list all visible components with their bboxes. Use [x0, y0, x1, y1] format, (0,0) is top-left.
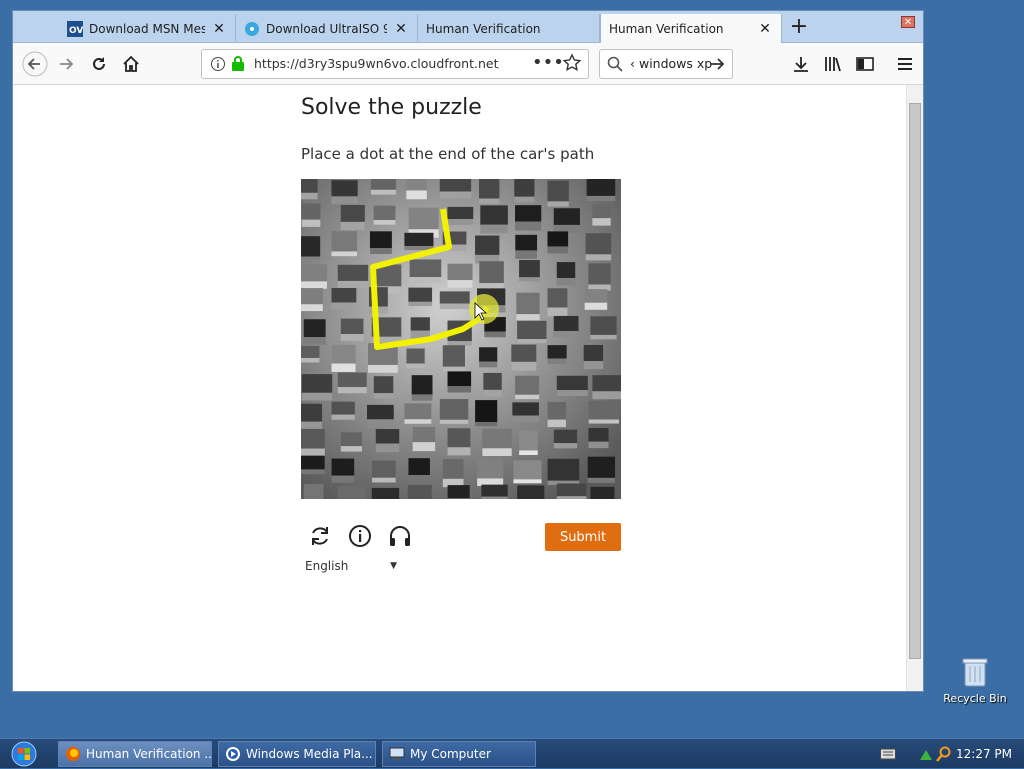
computer-icon [389, 747, 405, 760]
magnifier-icon [936, 746, 951, 762]
hamburger-menu-icon [898, 58, 912, 70]
vertical-scrollbar[interactable] [906, 85, 923, 691]
info-icon[interactable] [347, 523, 373, 549]
disc-icon [244, 21, 260, 37]
forward-arrow-icon [60, 58, 74, 70]
tab-msn-messenger[interactable]: OV Download MSN Messe ✕ [59, 14, 236, 43]
tab-title: Human Verification [426, 21, 541, 36]
taskbar-item-media-player[interactable]: Windows Media Pla... [218, 741, 376, 767]
tab-strip: OV Download MSN Messe ✕ Download UltraIS… [13, 11, 923, 43]
library-button[interactable] [819, 50, 847, 78]
windows-logo-icon [11, 741, 37, 767]
start-button[interactable] [4, 740, 44, 768]
network-icon [920, 750, 932, 760]
downloads-button[interactable] [787, 50, 815, 78]
close-icon[interactable]: ✕ [393, 21, 409, 37]
reload-icon [93, 57, 105, 70]
url-bar[interactable]: https://d3ry3spu9wn6vo.cloudfront.net/fi… [201, 49, 589, 79]
tab-title: Download MSN Messe [89, 21, 205, 36]
language-value: English [305, 559, 349, 573]
taskbar-item-my-computer[interactable]: My Computer [382, 741, 536, 767]
ov-badge-icon: OV [67, 20, 83, 37]
close-icon[interactable]: ✕ [211, 21, 227, 37]
tab-human-verification[interactable]: Human Verification [418, 14, 600, 43]
download-icon [794, 57, 808, 72]
search-go-arrow-icon[interactable] [708, 55, 726, 77]
bookmark-star-icon[interactable] [562, 53, 582, 77]
recycle-bin-shortcut[interactable]: Recycle Bin [940, 656, 1010, 705]
media-player-icon [226, 747, 240, 761]
home-button[interactable] [117, 50, 145, 78]
lock-icon [230, 55, 246, 77]
headphones-icon[interactable] [387, 523, 413, 549]
taskbar-item-label: Human Verification ... [86, 747, 212, 761]
language-select[interactable]: English ▼ [305, 559, 397, 573]
firefox-icon [66, 747, 80, 761]
window-close-button[interactable]: ✕ [901, 16, 915, 28]
sidebar-button[interactable] [851, 50, 879, 78]
submit-button[interactable]: Submit [545, 523, 621, 551]
back-arrow-icon [22, 51, 48, 77]
tab-human-verification-active[interactable]: Human Verification ✕ [600, 14, 782, 43]
search-icon [607, 56, 623, 76]
menu-button[interactable] [891, 50, 919, 78]
recycle-bin-label: Recycle Bin [943, 692, 1007, 705]
close-icon[interactable]: ✕ [757, 21, 773, 37]
scrollbar-thumb[interactable] [909, 103, 921, 659]
tab-title: Download UltraISO 9.7 [266, 21, 387, 36]
taskbar: Human Verification ... Windows Media Pla… [0, 738, 1024, 768]
home-icon [123, 55, 139, 72]
search-bar[interactable]: ‹ windows xp [599, 49, 733, 79]
taskbar-item-label: Windows Media Pla... [246, 747, 373, 761]
library-icon [825, 57, 841, 72]
taskbar-item-label: My Computer [410, 747, 491, 761]
new-tab-button[interactable]: + [783, 14, 815, 42]
search-query: ‹ windows xp [630, 56, 713, 71]
keyboard-icon [880, 748, 896, 760]
dropdown-caret-icon: ▼ [390, 561, 397, 571]
tab-ultraiso[interactable]: Download UltraISO 9.7 ✕ [236, 14, 418, 43]
page-actions-icon[interactable]: ••• [532, 52, 564, 73]
url-text: https://d3ry3spu9wn6vo.cloudfront.net/fi… [254, 56, 499, 71]
tab-title: Human Verification [609, 21, 724, 36]
refresh-icon[interactable] [307, 523, 333, 549]
svg-text:OV: OV [69, 26, 83, 36]
page-title: Solve the puzzle [301, 95, 482, 120]
puzzle-instruction: Place a dot at the end of the car's path [301, 145, 595, 163]
system-tray: 12:27 PM [874, 739, 1024, 769]
back-button[interactable] [21, 50, 49, 78]
page-content: Solve the puzzle Place a dot at the end … [13, 85, 907, 691]
forward-button[interactable] [53, 50, 81, 78]
placed-dot [469, 294, 499, 324]
clock: 12:27 PM [956, 747, 1012, 761]
taskbar-item-browser[interactable]: Human Verification ... [58, 741, 212, 767]
browser-window: OV Download MSN Messe ✕ Download UltraIS… [12, 10, 924, 692]
navigation-toolbar: https://d3ry3spu9wn6vo.cloudfront.net/fi… [13, 43, 923, 85]
info-circle-icon[interactable] [210, 56, 226, 76]
puzzle-image[interactable] [301, 179, 621, 499]
reload-button[interactable] [85, 50, 113, 78]
recycle-bin-icon [962, 658, 988, 687]
sidebar-icon [856, 57, 874, 71]
